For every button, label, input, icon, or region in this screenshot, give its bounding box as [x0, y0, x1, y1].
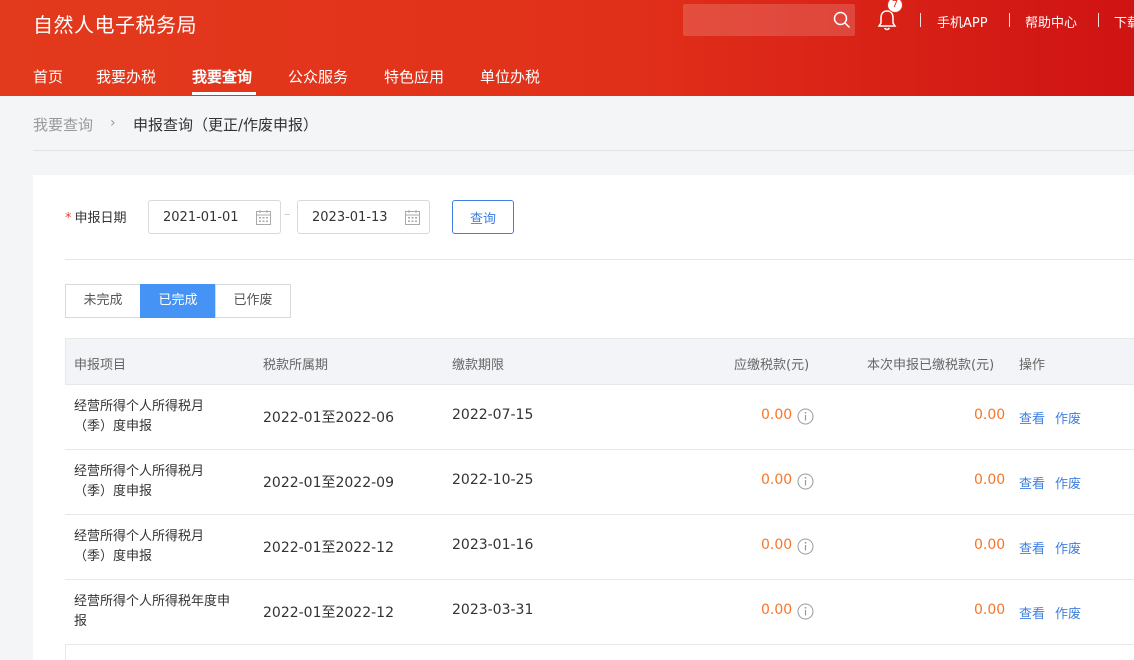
date-filter-label-text: 申报日期: [74, 211, 127, 226]
info-icon[interactable]: [797, 408, 814, 425]
payment-deadline: 2023-01-16: [452, 537, 534, 553]
tab-incomplete[interactable]: 未完成: [65, 284, 141, 318]
download-link[interactable]: 下载: [1114, 12, 1134, 31]
required-mark: *: [65, 211, 72, 226]
info-icon[interactable]: [797, 538, 814, 555]
column-header-actions: 操作: [1019, 358, 1046, 373]
void-link[interactable]: 作废: [1055, 538, 1081, 557]
declaration-item-line: （季）度申报: [74, 419, 153, 434]
top-header: 自然人电子税务局 7 手机APP 帮助中心 下载 首页 我要办税 我要查询 公众…: [0, 0, 1134, 96]
end-date-field[interactable]: [298, 201, 398, 233]
tax-paid-amount: 0.00: [974, 407, 1006, 423]
nav-featured-apps[interactable]: 特色应用: [384, 66, 444, 87]
mobile-app-link[interactable]: 手机APP: [937, 12, 988, 31]
column-header-tax-paid: 本次申报已缴税款(元): [867, 358, 995, 373]
tax-period: 2022-01至2022-12: [263, 540, 394, 556]
view-link[interactable]: 查看: [1019, 408, 1045, 427]
search-box[interactable]: [683, 4, 855, 36]
column-header-period: 税款所属期: [263, 358, 329, 373]
column-header-item: 申报项目: [74, 358, 127, 373]
declaration-item-line: 经营所得个人所得税月: [74, 464, 205, 479]
end-date-picker[interactable]: [297, 200, 430, 234]
tax-due-amount: 0.00: [761, 602, 793, 618]
payment-deadline: 2023-03-31: [452, 602, 534, 618]
nav-home[interactable]: 首页: [33, 66, 63, 87]
tab-completed[interactable]: 已完成: [140, 284, 216, 318]
site-title[interactable]: 自然人电子税务局: [33, 9, 197, 38]
query-button[interactable]: 查询: [452, 200, 514, 234]
tax-due-amount: 0.00: [761, 472, 793, 488]
help-center-link[interactable]: 帮助中心: [1025, 12, 1077, 31]
tax-paid-amount: 0.00: [974, 602, 1006, 618]
tax-period: 2022-01至2022-12: [263, 605, 394, 621]
tax-paid-amount: 0.00: [974, 472, 1006, 488]
header-divider: [920, 13, 921, 27]
declaration-item: 经营所得个人所得税年度申报: [74, 592, 249, 632]
payment-deadline: 2022-10-25: [452, 472, 534, 488]
declaration-item-line: （季）度申报: [74, 484, 153, 499]
void-link[interactable]: 作废: [1055, 603, 1081, 622]
filter-divider: [65, 259, 1134, 260]
declaration-item-line: 报: [74, 614, 88, 629]
nav-active-indicator: [192, 92, 256, 95]
view-link[interactable]: 查看: [1019, 603, 1045, 622]
search-input[interactable]: [683, 4, 823, 36]
search-icon[interactable]: [833, 11, 851, 29]
view-link[interactable]: 查看: [1019, 538, 1045, 557]
column-header-deadline: 缴款期限: [452, 358, 505, 373]
breadcrumb-parent[interactable]: 我要查询: [33, 114, 93, 135]
nav-employer-tax[interactable]: 单位办税: [480, 66, 540, 87]
tax-period: 2022-01至2022-06: [263, 410, 394, 426]
view-link[interactable]: 查看: [1019, 473, 1045, 492]
info-icon[interactable]: [797, 473, 814, 490]
declaration-item-line: 经营所得个人所得税月: [74, 529, 205, 544]
info-icon[interactable]: [797, 603, 814, 620]
start-date-field[interactable]: [149, 201, 249, 233]
declaration-item: 经营所得个人所得税月 （季）度申报: [74, 397, 249, 437]
breadcrumb-current: 申报查询（更正/作废申报）: [133, 116, 319, 134]
tax-due-amount: 0.00: [761, 407, 793, 423]
tab-voided[interactable]: 已作废: [215, 284, 291, 318]
header-divider: [1009, 13, 1010, 27]
calendar-icon[interactable]: [255, 209, 272, 226]
void-link[interactable]: 作废: [1055, 408, 1081, 427]
payment-deadline: 2022-07-15: [452, 407, 534, 423]
nav-tax-handling[interactable]: 我要办税: [96, 66, 156, 87]
declaration-item-line: 经营所得个人所得税月: [74, 399, 205, 414]
notification-badge: 7: [887, 0, 903, 13]
date-filter-label: * 申报日期: [65, 207, 127, 226]
breadcrumb-divider: [33, 150, 1134, 151]
declaration-item-line: 经营所得个人所得税年度申: [74, 594, 231, 609]
date-range-dash: –: [284, 207, 291, 222]
declaration-item: 经营所得个人所得税月 （季）度申报: [74, 462, 249, 502]
declaration-item: 经营所得个人所得税月 （季）度申报: [74, 527, 249, 567]
declaration-item-line: （季）度申报: [74, 549, 153, 564]
breadcrumb-separator: ›: [110, 115, 116, 131]
header-divider: [1098, 13, 1099, 27]
nav-public-services[interactable]: 公众服务: [288, 66, 348, 87]
tax-due-amount: 0.00: [761, 537, 793, 553]
tax-paid-amount: 0.00: [974, 537, 1006, 553]
calendar-icon[interactable]: [404, 209, 421, 226]
start-date-picker[interactable]: [148, 200, 281, 234]
nav-query[interactable]: 我要查询: [192, 66, 252, 87]
column-header-tax-due: 应缴税款(元): [734, 358, 810, 373]
tax-period: 2022-01至2022-09: [263, 475, 394, 491]
void-link[interactable]: 作废: [1055, 473, 1081, 492]
